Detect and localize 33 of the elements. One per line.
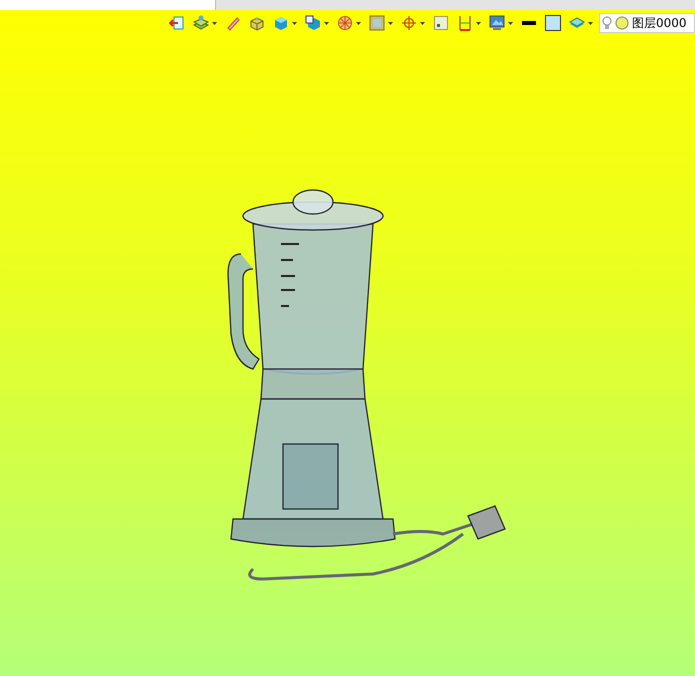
- crosshair-icon: [401, 15, 417, 31]
- exit-icon: [169, 15, 185, 31]
- caret-icon: [588, 22, 593, 24]
- fill-swatch-icon: [545, 15, 561, 31]
- wheel-icon: [337, 15, 353, 31]
- lightbulb-icon: [602, 16, 612, 30]
- frame-icon: [369, 15, 385, 31]
- caret-icon: [420, 22, 425, 24]
- tool-button[interactable]: [543, 13, 563, 33]
- monitor-icon: [489, 15, 505, 31]
- cube-icon: [305, 15, 321, 31]
- cube-icon: [273, 15, 289, 31]
- caret-icon: [356, 22, 361, 24]
- sun-icon: [615, 16, 629, 30]
- dropdown-tool-button[interactable]: [487, 13, 515, 33]
- dimension-icon: [457, 15, 473, 31]
- tool-button[interactable]: [431, 13, 451, 33]
- dropdown-tool-button[interactable]: [303, 13, 331, 33]
- caret-icon: [292, 22, 297, 24]
- layers-icon: [193, 15, 209, 31]
- caret-icon: [476, 22, 481, 24]
- eraser-icon: [225, 15, 241, 31]
- box-icon: [249, 15, 265, 31]
- caret-icon: [388, 22, 393, 24]
- dropdown-tool-button[interactable]: [399, 13, 427, 33]
- dropdown-tool-button[interactable]: [367, 13, 395, 33]
- caret-icon: [508, 22, 513, 24]
- layer-stack-icon: [569, 15, 585, 31]
- layer-selector[interactable]: 图层0000: [599, 13, 695, 33]
- caret-icon: [212, 22, 217, 24]
- square-icon: [433, 15, 449, 31]
- caret-icon: [324, 22, 329, 24]
- dropdown-tool-button[interactable]: [335, 13, 363, 33]
